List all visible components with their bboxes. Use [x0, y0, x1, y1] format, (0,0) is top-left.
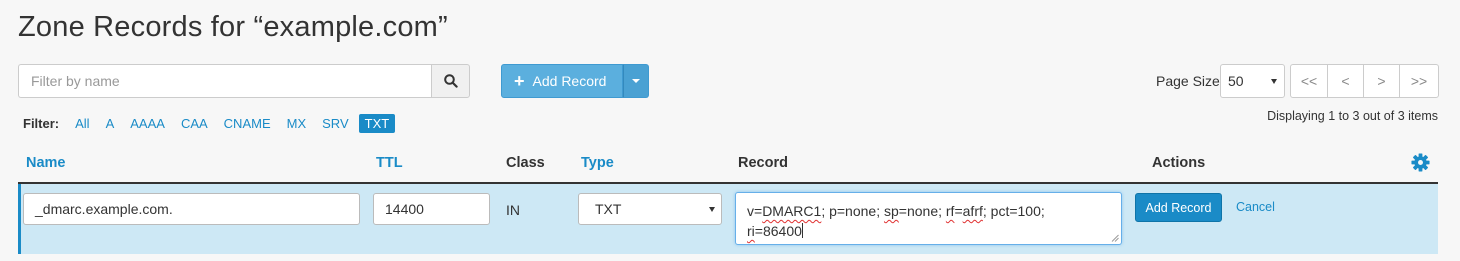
record-type-select[interactable]: TXT — [578, 193, 722, 225]
filter-option-all[interactable]: All — [69, 114, 95, 133]
resize-handle-icon[interactable] — [1111, 234, 1119, 242]
gear-icon — [1411, 153, 1430, 172]
record-text-segment: sp — [883, 203, 899, 219]
filter-option-aaaa[interactable]: AAAA — [124, 114, 171, 133]
record-text-segment: ri — [747, 223, 755, 239]
search-group — [18, 64, 470, 98]
prev-page-button[interactable]: < — [1327, 64, 1364, 98]
next-page-button[interactable]: > — [1363, 64, 1400, 98]
cancel-link[interactable]: Cancel — [1236, 200, 1275, 214]
text-cursor — [801, 223, 803, 238]
filter-option-a[interactable]: A — [100, 114, 121, 133]
search-button[interactable] — [431, 64, 470, 98]
pagination: << < > >> — [1290, 64, 1439, 98]
filter-option-srv[interactable]: SRV — [316, 114, 355, 133]
record-text-segment: DMARC1 — [762, 203, 822, 219]
record-text-segment: ; p=none; — [821, 203, 884, 219]
column-header-actions: Actions — [1152, 155, 1206, 171]
add-record-dropdown-toggle[interactable] — [623, 64, 649, 98]
column-header-class: Class — [506, 155, 545, 171]
record-name-input[interactable]: _dmarc.example.com. — [23, 193, 360, 225]
caret-down-icon — [632, 79, 640, 83]
column-header-name[interactable]: Name — [26, 155, 66, 171]
record-text-segment: v= — [747, 203, 763, 219]
add-record-button[interactable]: + Add Record — [501, 64, 623, 98]
first-page-button[interactable]: << — [1290, 64, 1328, 98]
add-record-submit-button[interactable]: Add Record — [1135, 193, 1222, 222]
select-arrow-icon — [1271, 79, 1277, 84]
add-record-group: + Add Record — [501, 64, 649, 98]
record-class-value: IN — [506, 202, 520, 218]
filter-option-mx[interactable]: MX — [281, 114, 313, 133]
filter-option-cname[interactable]: CNAME — [218, 114, 277, 133]
record-type-value: TXT — [595, 201, 622, 217]
record-text-segment: =86400 — [754, 223, 802, 239]
filter-option-txt[interactable]: TXT — [358, 114, 396, 133]
filter-bar: Filter: All A AAAA CAA CNAME MX SRV TXT — [23, 114, 399, 133]
page-title: Zone Records for “example.com” — [18, 11, 448, 43]
plus-icon: + — [514, 71, 525, 91]
page-size-label: Page Size — [1156, 73, 1220, 89]
column-header-record: Record — [738, 155, 788, 171]
displaying-count: Displaying 1 to 3 out of 3 items — [1267, 109, 1438, 123]
column-header-ttl[interactable]: TTL — [376, 155, 403, 171]
record-text-segment: =none; — [898, 203, 946, 219]
filter-option-caa[interactable]: CAA — [175, 114, 214, 133]
filter-label: Filter: — [23, 116, 60, 131]
last-page-button[interactable]: >> — [1399, 64, 1439, 98]
add-record-label: Add Record — [532, 73, 607, 89]
record-text-segment: ; pct=100; — [982, 203, 1045, 219]
select-arrow-icon — [709, 207, 715, 212]
table-settings-button[interactable] — [1411, 153, 1430, 177]
record-text-segment: = — [954, 203, 963, 219]
record-ttl-input[interactable]: 14400 — [373, 193, 490, 225]
search-input[interactable] — [18, 64, 431, 98]
search-icon — [443, 74, 458, 88]
page-size-select[interactable]: 50 — [1220, 64, 1285, 98]
record-text-segment: afrf — [962, 203, 983, 219]
page-size-value: 50 — [1228, 73, 1244, 89]
record-value-textarea[interactable]: v=DMARC1; p=none; sp=none; rf=afrf; pct=… — [735, 192, 1122, 245]
column-header-type[interactable]: Type — [581, 155, 614, 171]
